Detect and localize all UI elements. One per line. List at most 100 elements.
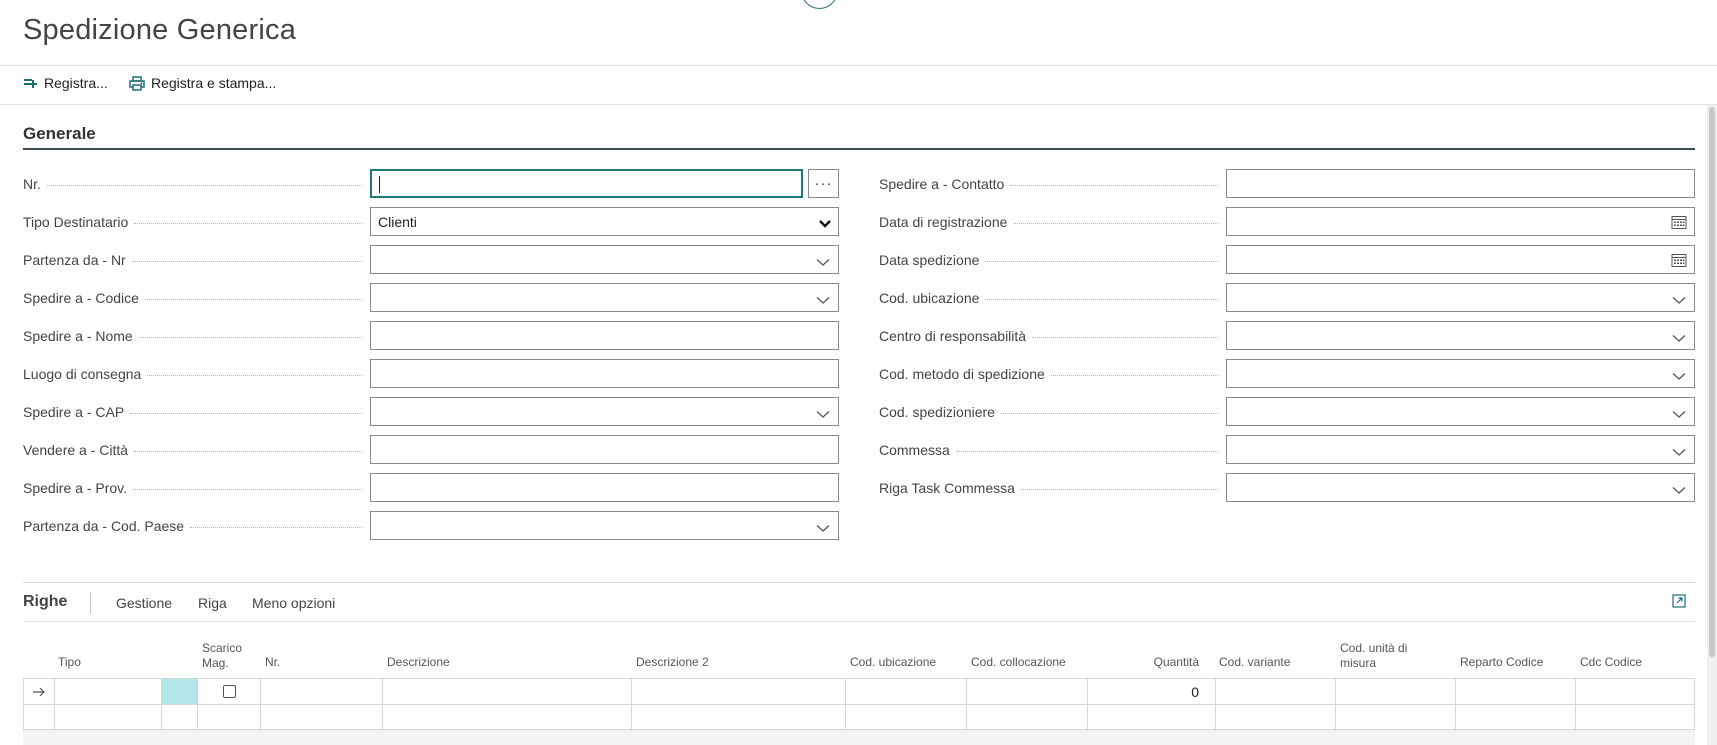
expand-icon[interactable] xyxy=(1672,594,1686,613)
field-label-riga-task-commessa: Riga Task Commessa xyxy=(879,473,1218,503)
chevron-down-icon xyxy=(1672,444,1686,460)
cell-descrizione-2[interactable] xyxy=(631,704,845,729)
cell-tipo[interactable] xyxy=(54,678,161,704)
field-label-data-spedizione: Data spedizione xyxy=(879,245,1218,275)
column-header-nr[interactable]: Nr. xyxy=(265,655,280,670)
chevron-down-icon xyxy=(1672,406,1686,422)
printer-icon xyxy=(129,75,145,91)
field-label-cod-metodo-di-spedizione: Cod. metodo di spedizione xyxy=(879,359,1218,389)
field-label-cod-spedizioniere: Cod. spedizioniere xyxy=(879,397,1218,427)
cell-cod-collocazione[interactable] xyxy=(966,704,1087,729)
field-label-spedire-a-cap: Spedire a - CAP xyxy=(23,397,362,427)
column-header-cod-ubicazione[interactable]: Cod. ubicazione xyxy=(850,655,936,670)
row-indicator[interactable] xyxy=(23,678,54,704)
cell-nr[interactable] xyxy=(260,678,382,704)
chevron-down-icon xyxy=(1672,292,1686,308)
data-spedizione-input[interactable] xyxy=(1226,245,1695,274)
divider xyxy=(0,65,1717,66)
post-button[interactable]: Registra... xyxy=(23,75,108,91)
field-label-partenza-da-nr: Partenza da - Nr xyxy=(23,245,362,275)
cell-scarico-mag[interactable] xyxy=(197,678,260,704)
column-header-descrizione-2[interactable]: Descrizione 2 xyxy=(636,655,709,670)
cell-descrizione-2[interactable] xyxy=(631,678,845,704)
tab-riga[interactable]: Riga xyxy=(198,595,227,611)
vertical-scrollbar[interactable] xyxy=(1707,105,1717,745)
column-header-descrizione[interactable]: Descrizione xyxy=(387,655,450,670)
column-header-scarico-mag[interactable]: Scarico Mag. xyxy=(202,641,248,671)
cell-quantita[interactable] xyxy=(1087,704,1215,729)
spedire-a-contatto-input[interactable] xyxy=(1226,169,1695,198)
riga-task-commessa-input[interactable] xyxy=(1226,473,1695,502)
cell-cod-ubicazione[interactable] xyxy=(845,704,966,729)
spedire-a-codice-input[interactable] xyxy=(370,283,839,312)
tipo-destinatario-select[interactable]: Clienti xyxy=(370,207,839,236)
chevron-down-icon xyxy=(818,216,832,232)
cell-reparto-codice[interactable] xyxy=(1455,704,1575,729)
cod-ubicazione-input[interactable] xyxy=(1226,283,1695,312)
cell-empty[interactable] xyxy=(161,704,197,729)
column-header-reparto-codice[interactable]: Reparto Codice xyxy=(1460,655,1543,670)
cell-cod-unita-di-misura[interactable] xyxy=(1335,704,1455,729)
nr-input[interactable] xyxy=(370,169,803,198)
post-icon xyxy=(23,76,38,90)
grid-footer xyxy=(23,729,1695,745)
divider xyxy=(0,104,1717,105)
tab-meno-opzioni[interactable]: Meno opzioni xyxy=(252,595,335,611)
scrollbar-thumb[interactable] xyxy=(1709,107,1715,657)
column-header-cod-collocazione[interactable]: Cod. collocazione xyxy=(971,655,1066,670)
vendere-a-citta-input[interactable] xyxy=(370,435,839,464)
cell-cdc-codice[interactable] xyxy=(1575,678,1695,704)
cell-cdc-codice[interactable] xyxy=(1575,704,1695,729)
data-di-registrazione-input[interactable] xyxy=(1226,207,1695,236)
section-title-general: Generale xyxy=(23,124,96,143)
field-label-commessa: Commessa xyxy=(879,435,1218,465)
arrow-right-icon xyxy=(32,684,46,700)
field-label-spedire-a-nome: Spedire a - Nome xyxy=(23,321,362,351)
cell-cod-variante[interactable] xyxy=(1215,704,1335,729)
spedire-a-cap-input[interactable] xyxy=(370,397,839,426)
commessa-input[interactable] xyxy=(1226,435,1695,464)
partenza-da-cod-paese-input[interactable] xyxy=(370,511,839,540)
post-and-print-button[interactable]: Registra e stampa... xyxy=(129,75,276,91)
column-header-quantita[interactable]: Quantità xyxy=(1087,655,1199,670)
chevron-down-icon xyxy=(1672,368,1686,384)
divider xyxy=(90,592,91,614)
spedire-a-prov-input[interactable] xyxy=(370,473,839,502)
cell-cod-unita-di-misura[interactable] xyxy=(1335,678,1455,704)
row-indicator[interactable] xyxy=(23,704,54,729)
tab-gestione[interactable]: Gestione xyxy=(116,595,172,611)
column-header-cdc-codice[interactable]: Cdc Codice xyxy=(1580,655,1642,670)
cell-scarico-mag[interactable] xyxy=(197,704,260,729)
column-header-cod-unita-di-misura[interactable]: Cod. unità di misura xyxy=(1340,641,1430,671)
lines-title: Righe xyxy=(23,593,68,610)
cell-descrizione[interactable] xyxy=(382,704,631,729)
section-underline xyxy=(23,148,1695,150)
post-and-print-label: Registra e stampa... xyxy=(151,75,277,91)
cell-reparto-codice[interactable] xyxy=(1455,678,1575,704)
quantity-value: 0 xyxy=(1191,683,1199,700)
field-label-spedire-a-prov: Spedire a - Prov. xyxy=(23,473,362,503)
chevron-down-icon xyxy=(816,406,830,422)
column-header-cod-variante[interactable]: Cod. variante xyxy=(1219,655,1290,670)
cod-spedizioniere-input[interactable] xyxy=(1226,397,1695,426)
cell-cod-collocazione[interactable] xyxy=(966,678,1087,704)
field-label-tipo-destinatario: Tipo Destinatario xyxy=(23,207,362,237)
cell-quantita[interactable]: 0 xyxy=(1087,678,1215,704)
cell-nr[interactable] xyxy=(260,704,382,729)
calendar-icon[interactable] xyxy=(1671,252,1687,271)
cell-selected[interactable] xyxy=(161,678,197,704)
spedire-a-nome-input[interactable] xyxy=(370,321,839,350)
top-handle[interactable] xyxy=(801,0,838,9)
cell-descrizione[interactable] xyxy=(382,678,631,704)
nr-lookup-button[interactable]: ··· xyxy=(808,169,839,198)
calendar-icon[interactable] xyxy=(1671,214,1687,233)
cell-cod-variante[interactable] xyxy=(1215,678,1335,704)
column-header-tipo[interactable]: Tipo xyxy=(58,655,81,670)
luogo-di-consegna-input[interactable] xyxy=(370,359,839,388)
cell-tipo[interactable] xyxy=(54,704,161,729)
cell-cod-ubicazione[interactable] xyxy=(845,678,966,704)
centro-di-responsabilita-input[interactable] xyxy=(1226,321,1695,350)
scarico-mag-checkbox[interactable] xyxy=(222,685,236,698)
partenza-da-nr-input[interactable] xyxy=(370,245,839,274)
cod-metodo-di-spedizione-input[interactable] xyxy=(1226,359,1695,388)
